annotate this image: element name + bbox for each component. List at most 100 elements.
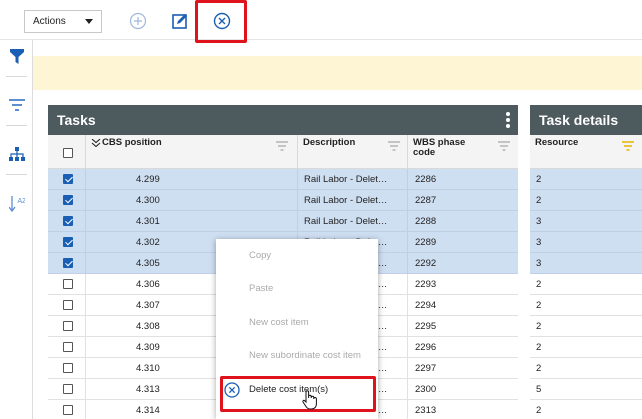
column-wbs-phase-code[interactable]: WBS phase code [408, 135, 518, 169]
resource-cell: 5 [536, 384, 542, 395]
info-banner [33, 56, 642, 90]
table-row[interactable]: 2 [530, 316, 642, 337]
row-checkbox[interactable] [63, 405, 73, 415]
table-row[interactable]: 5 [530, 379, 642, 400]
wbs-phase-code-cell: 2295 [415, 321, 437, 332]
resource-cell: 2 [536, 363, 542, 374]
actions-label: Actions [33, 16, 66, 27]
resource-cell: 2 [536, 195, 542, 206]
row-checkbox[interactable] [63, 321, 73, 331]
menu-item-new-cost-item[interactable]: New cost item [216, 311, 378, 335]
filter-icon[interactable] [8, 48, 26, 66]
description-cell: Rail Labor - Delet… [298, 190, 408, 211]
highlight-delete-menu-item [220, 376, 376, 412]
menu-item-label: Copy [249, 250, 272, 261]
row-select-cell [48, 358, 86, 379]
row-checkbox[interactable] [63, 258, 73, 268]
row-select-cell [48, 169, 86, 190]
resource-cell: 2 [536, 174, 542, 185]
highlight-delete-button [195, 0, 247, 43]
row-select-cell [48, 211, 86, 232]
column-resource-label: Resource [535, 137, 579, 148]
row-select-cell [48, 274, 86, 295]
table-row[interactable]: 4.301 Rail Labor - Delet… 2288 [48, 211, 518, 232]
table-row[interactable]: 2 [530, 358, 642, 379]
row-checkbox[interactable] [63, 237, 73, 247]
wbs-phase-code-cell: 2300 [415, 384, 437, 395]
double-chevron-down-icon[interactable] [91, 139, 101, 147]
wbs-phase-code-cell: 2289 [415, 237, 437, 248]
wbs-phase-code-cell: 2296 [415, 342, 437, 353]
wbs-phase-code-cell: 2293 [415, 279, 437, 290]
table-row[interactable]: 3 [530, 253, 642, 274]
wbs-phase-code-cell: 2313 [415, 405, 437, 416]
resource-cell: 3 [536, 216, 542, 227]
cbs-position-cell: 4.301 [86, 211, 298, 232]
table-row[interactable]: 2 [530, 169, 642, 190]
menu-item-copy[interactable]: Copy [216, 244, 378, 268]
cbs-position-cell: 4.299 [86, 169, 298, 190]
row-checkbox[interactable] [63, 279, 73, 289]
left-rail: AZ [0, 40, 33, 419]
table-row[interactable]: 3 [530, 211, 642, 232]
details-panel-header: Task details [530, 105, 642, 135]
table-row[interactable]: 4.300 Rail Labor - Delet… 2287 [48, 190, 518, 211]
column-filter-icon[interactable] [276, 141, 288, 151]
details-grid: Resource 2 2 3 3 3 2 2 2 2 2 5 2 [530, 135, 642, 419]
sort-az-icon[interactable]: AZ [8, 195, 26, 213]
hierarchy-icon[interactable] [8, 145, 26, 163]
column-filter-icon[interactable] [498, 141, 510, 151]
row-select-cell [48, 337, 86, 358]
wbs-phase-code-cell: 2297 [415, 363, 437, 374]
edit-icon[interactable] [170, 11, 190, 31]
resource-cell: 2 [536, 300, 542, 311]
table-row[interactable]: 2 [530, 400, 642, 419]
table-row[interactable]: 2 [530, 295, 642, 316]
cbs-position-cell: 4.300 [86, 190, 298, 211]
row-checkbox[interactable] [63, 300, 73, 310]
table-row[interactable]: 3 [530, 232, 642, 253]
details-title: Task details [539, 112, 619, 128]
tasks-panel-header: Tasks [48, 105, 518, 135]
row-checkbox[interactable] [63, 363, 73, 373]
row-checkbox[interactable] [63, 384, 73, 394]
wbs-phase-code-cell: 2287 [415, 195, 437, 206]
row-select-cell [48, 190, 86, 211]
table-row[interactable]: 2 [530, 337, 642, 358]
select-all-checkbox[interactable] [63, 148, 73, 158]
menu-item-paste[interactable]: Paste [216, 277, 378, 301]
hand-cursor-icon [302, 390, 317, 410]
plus-circle-icon[interactable] [128, 11, 148, 31]
column-cbs-label: CBS position [102, 137, 162, 148]
menu-item-label: New cost item [249, 317, 309, 328]
column-cbs-position[interactable]: CBS position [86, 135, 298, 169]
wbs-phase-code-cell: 2288 [415, 216, 437, 227]
row-checkbox[interactable] [63, 174, 73, 184]
resource-cell: 2 [536, 279, 542, 290]
wbs-phase-code-cell: 2292 [415, 258, 437, 269]
column-filter-icon[interactable] [388, 141, 400, 151]
details-grid-header: Resource [530, 135, 642, 169]
menu-item-new-subordinate-cost-item[interactable]: New subordinate cost item [216, 344, 378, 368]
description-cell: Rail Labor - Delet… [298, 211, 408, 232]
filter-lines-icon[interactable] [8, 96, 26, 114]
app-root: Actions AZ Tasks Task details CBS positi… [0, 0, 642, 419]
row-select-cell [48, 316, 86, 337]
table-row[interactable]: 2 [530, 190, 642, 211]
actions-dropdown[interactable]: Actions [24, 10, 102, 33]
wbs-phase-code-cell: 2294 [415, 300, 437, 311]
table-row[interactable]: 2 [530, 274, 642, 295]
caret-down-icon [85, 19, 93, 24]
row-checkbox[interactable] [63, 195, 73, 205]
column-resource[interactable]: Resource [530, 135, 642, 169]
kebab-menu-icon[interactable] [506, 112, 510, 128]
resource-cell: 3 [536, 237, 542, 248]
column-filter-active-icon[interactable] [622, 141, 634, 151]
row-checkbox[interactable] [63, 216, 73, 226]
row-checkbox[interactable] [63, 342, 73, 352]
table-row[interactable]: 4.299 Rail Labor - Delet… 2286 [48, 169, 518, 190]
row-select-cell [48, 400, 86, 419]
column-description[interactable]: Description [298, 135, 408, 169]
select-all-cell [48, 135, 86, 169]
resource-cell: 2 [536, 405, 542, 416]
